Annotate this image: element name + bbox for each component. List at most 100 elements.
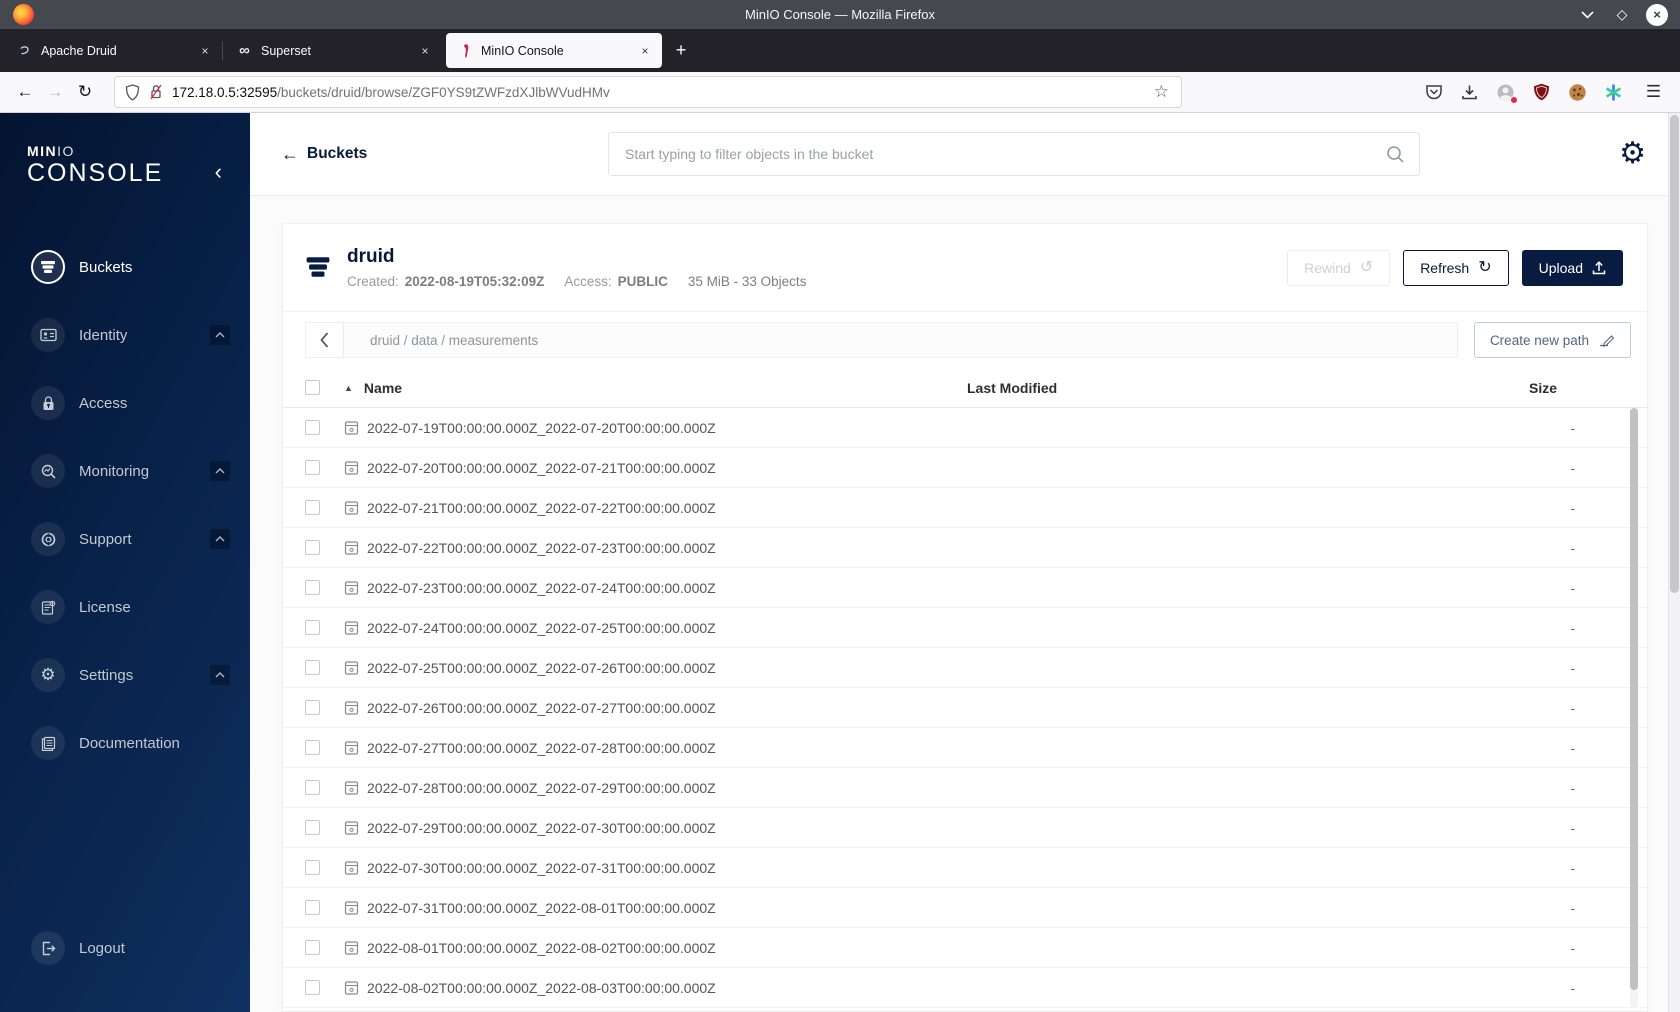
- table-row[interactable]: 2022-08-02T00:00:00.000Z_2022-08-03T00:0…: [283, 968, 1647, 1008]
- object-name[interactable]: 2022-07-19T00:00:00.000Z_2022-07-20T00:0…: [367, 420, 716, 436]
- table-scrollbar[interactable]: [1630, 408, 1638, 1008]
- sidebar-item-support[interactable]: Support: [0, 505, 250, 573]
- page-scrollbar-thumb[interactable]: [1670, 115, 1679, 593]
- table-row[interactable]: 2022-07-21T00:00:00.000Z_2022-07-22T00:0…: [283, 488, 1647, 528]
- table-row[interactable]: 2022-08-01T00:00:00.000Z_2022-08-02T00:0…: [283, 928, 1647, 968]
- size-column-header[interactable]: Size: [1467, 380, 1647, 396]
- sidebar-item-access[interactable]: Access: [0, 369, 250, 437]
- back-to-buckets-link[interactable]: ← Buckets: [281, 144, 367, 165]
- chevron-up-icon[interactable]: [210, 461, 230, 481]
- tab-close-icon[interactable]: ×: [636, 42, 654, 60]
- object-name[interactable]: 2022-08-02T00:00:00.000Z_2022-08-03T00:0…: [367, 980, 716, 996]
- object-name[interactable]: 2022-07-31T00:00:00.000Z_2022-08-01T00:0…: [367, 900, 716, 916]
- reload-button[interactable]: ↻: [70, 77, 100, 107]
- window-minimize-button[interactable]: [1576, 4, 1598, 26]
- object-name[interactable]: 2022-07-20T00:00:00.000Z_2022-07-21T00:0…: [367, 460, 716, 476]
- tab-superset[interactable]: ∞ Superset ×: [222, 33, 442, 68]
- row-checkbox[interactable]: [305, 860, 320, 875]
- window-maximize-button[interactable]: ◇: [1611, 4, 1633, 26]
- object-name[interactable]: 2022-07-21T00:00:00.000Z_2022-07-22T00:0…: [367, 500, 716, 516]
- sidebar-item-monitoring[interactable]: Monitoring: [0, 437, 250, 505]
- back-button[interactable]: ←: [10, 77, 40, 107]
- pocket-icon[interactable]: [1423, 82, 1444, 103]
- upload-button[interactable]: Upload: [1521, 249, 1623, 286]
- forward-button[interactable]: →: [40, 77, 70, 107]
- row-checkbox[interactable]: [305, 420, 320, 435]
- object-name[interactable]: 2022-07-25T00:00:00.000Z_2022-07-26T00:0…: [367, 660, 716, 676]
- sidebar-collapse-icon[interactable]: ‹: [215, 161, 222, 183]
- container-extension-icon[interactable]: [1495, 82, 1518, 104]
- search-input[interactable]: [625, 146, 1386, 162]
- tab-minio-console[interactable]: MinIO Console ×: [446, 33, 662, 68]
- row-checkbox[interactable]: [305, 780, 320, 795]
- downloads-icon[interactable]: [1459, 82, 1480, 103]
- object-name[interactable]: 2022-07-30T00:00:00.000Z_2022-07-31T00:0…: [367, 860, 716, 876]
- row-checkbox[interactable]: [305, 500, 320, 515]
- object-name[interactable]: 2022-07-29T00:00:00.000Z_2022-07-30T00:0…: [367, 820, 716, 836]
- row-checkbox[interactable]: [305, 740, 320, 755]
- chevron-up-icon[interactable]: [210, 325, 230, 345]
- table-row[interactable]: 2022-07-23T00:00:00.000Z_2022-07-24T00:0…: [283, 568, 1647, 608]
- ublock-origin-icon[interactable]: [1531, 82, 1552, 103]
- table-row[interactable]: 2022-07-26T00:00:00.000Z_2022-07-27T00:0…: [283, 688, 1647, 728]
- row-checkbox[interactable]: [305, 620, 320, 635]
- sidebar-item-identity[interactable]: Identity: [0, 301, 250, 369]
- row-checkbox[interactable]: [305, 700, 320, 715]
- bookmark-star-icon[interactable]: ☆: [1152, 82, 1171, 102]
- table-scrollbar-thumb[interactable]: [1630, 408, 1638, 990]
- sidebar-item-buckets[interactable]: Buckets: [0, 233, 250, 301]
- tab-close-icon[interactable]: ×: [416, 42, 434, 60]
- refresh-button[interactable]: Refresh ↻: [1403, 249, 1509, 286]
- breadcrumb[interactable]: druid / data / measurements: [344, 323, 1457, 357]
- colorful-asterisk-extension-icon[interactable]: [1603, 82, 1624, 103]
- table-row[interactable]: 2022-07-20T00:00:00.000Z_2022-07-21T00:0…: [283, 448, 1647, 488]
- table-row[interactable]: 2022-07-19T00:00:00.000Z_2022-07-20T00:0…: [283, 408, 1647, 448]
- row-checkbox[interactable]: [305, 460, 320, 475]
- object-name[interactable]: 2022-07-27T00:00:00.000Z_2022-07-28T00:0…: [367, 740, 716, 756]
- path-back-button[interactable]: [306, 323, 344, 357]
- object-name[interactable]: 2022-07-22T00:00:00.000Z_2022-07-23T00:0…: [367, 540, 716, 556]
- chevron-up-icon[interactable]: [210, 665, 230, 685]
- object-name[interactable]: 2022-07-26T00:00:00.000Z_2022-07-27T00:0…: [367, 700, 716, 716]
- table-row[interactable]: 2022-07-28T00:00:00.000Z_2022-07-29T00:0…: [283, 768, 1647, 808]
- row-checkbox[interactable]: [305, 820, 320, 835]
- settings-gear-button[interactable]: ⚙: [1619, 139, 1646, 169]
- url-input[interactable]: 172.18.0.5:32595/buckets/druid/browse/ZG…: [114, 76, 1182, 108]
- object-name[interactable]: 2022-08-01T00:00:00.000Z_2022-08-02T00:0…: [367, 940, 716, 956]
- create-new-path-button[interactable]: Create new path: [1473, 322, 1631, 358]
- rewind-button[interactable]: Rewind ↺: [1287, 249, 1391, 286]
- row-checkbox[interactable]: [305, 660, 320, 675]
- new-tab-button[interactable]: +: [666, 36, 696, 66]
- sidebar-item-license[interactable]: License: [0, 573, 250, 641]
- row-checkbox[interactable]: [305, 540, 320, 555]
- cookie-extension-icon[interactable]: [1567, 82, 1588, 103]
- select-all-checkbox[interactable]: [305, 380, 320, 395]
- table-row[interactable]: 2022-07-22T00:00:00.000Z_2022-07-23T00:0…: [283, 528, 1647, 568]
- table-row[interactable]: 2022-07-25T00:00:00.000Z_2022-07-26T00:0…: [283, 648, 1647, 688]
- row-checkbox[interactable]: [305, 580, 320, 595]
- window-close-button[interactable]: ×: [1646, 3, 1668, 26]
- sidebar-item-settings[interactable]: ⚙ Settings: [0, 641, 250, 709]
- table-row[interactable]: 2022-07-27T00:00:00.000Z_2022-07-28T00:0…: [283, 728, 1647, 768]
- hamburger-menu-icon[interactable]: ☰: [1643, 82, 1664, 103]
- row-checkbox[interactable]: [305, 940, 320, 955]
- table-row[interactable]: 2022-07-31T00:00:00.000Z_2022-08-01T00:0…: [283, 888, 1647, 928]
- access-value[interactable]: PUBLIC: [618, 274, 668, 289]
- row-checkbox[interactable]: [305, 980, 320, 995]
- page-scrollbar[interactable]: [1668, 113, 1680, 1012]
- name-column-header[interactable]: Name: [364, 380, 402, 396]
- sort-ascending-icon[interactable]: ▲: [344, 383, 353, 393]
- tab-apache-druid[interactable]: Apache Druid ×: [6, 33, 222, 68]
- sidebar-item-documentation[interactable]: Documentation: [0, 709, 250, 777]
- tab-close-icon[interactable]: ×: [196, 42, 214, 60]
- sidebar-item-logout[interactable]: Logout: [0, 914, 250, 982]
- row-checkbox[interactable]: [305, 900, 320, 915]
- object-name[interactable]: 2022-07-23T00:00:00.000Z_2022-07-24T00:0…: [367, 580, 716, 596]
- chevron-up-icon[interactable]: [210, 529, 230, 549]
- insecure-lock-icon[interactable]: [149, 84, 163, 100]
- last-modified-column-header[interactable]: Last Modified: [967, 380, 1467, 396]
- table-row[interactable]: 2022-07-29T00:00:00.000Z_2022-07-30T00:0…: [283, 808, 1647, 848]
- tracking-shield-icon[interactable]: [125, 83, 140, 101]
- table-row[interactable]: 2022-07-30T00:00:00.000Z_2022-07-31T00:0…: [283, 848, 1647, 888]
- object-name[interactable]: 2022-07-28T00:00:00.000Z_2022-07-29T00:0…: [367, 780, 716, 796]
